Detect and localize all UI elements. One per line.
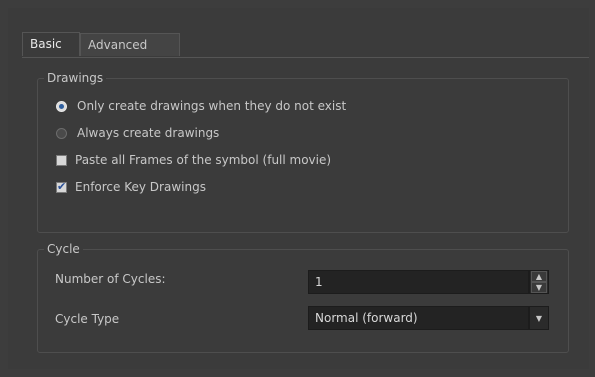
radio-only-create[interactable]: Only create drawings when they do not ex… xyxy=(56,97,346,115)
checkbox-paste-all-frames[interactable]: Paste all Frames of the symbol (full mov… xyxy=(56,151,331,169)
paste-options-dialog: Basic Advanced Drawings Only create draw… xyxy=(8,8,589,369)
checkbox-paste-all-frames-label: Paste all Frames of the symbol (full mov… xyxy=(75,153,332,167)
arrow-up-icon[interactable]: ▲ xyxy=(531,271,547,282)
checkbox-unchecked[interactable] xyxy=(56,154,67,166)
checkbox-enforce-key-drawings-label: Enforce Key Drawings xyxy=(75,180,206,194)
chevron-down-icon[interactable]: ▼ xyxy=(529,306,549,330)
radio-button-checked[interactable] xyxy=(56,100,67,112)
number-of-cycles-input[interactable]: 1 xyxy=(308,270,529,294)
cycle-type-label: Cycle Type xyxy=(55,312,120,326)
radio-button-unchecked[interactable] xyxy=(56,127,67,139)
cycle-group-title: Cycle xyxy=(44,242,83,256)
tab-basic[interactable]: Basic xyxy=(22,32,80,56)
drawings-group: Drawings Only create drawings when they … xyxy=(37,71,569,233)
number-of-cycles-spinner[interactable]: ▲ ▼ xyxy=(529,270,549,294)
number-of-cycles-label: Number of Cycles: xyxy=(55,272,166,286)
radio-only-create-label: Only create drawings when they do not ex… xyxy=(77,99,347,113)
cycle-group: Cycle Number of Cycles: 1 ▲ ▼ Cycle Type… xyxy=(37,242,569,353)
basic-tab-panel: Drawings Only create drawings when they … xyxy=(22,57,589,362)
radio-always-create[interactable]: Always create drawings xyxy=(56,124,219,142)
arrow-down-icon[interactable]: ▼ xyxy=(531,282,547,293)
radio-always-create-label: Always create drawings xyxy=(77,126,220,140)
drawings-group-title: Drawings xyxy=(44,71,107,85)
checkbox-checked[interactable] xyxy=(56,180,67,194)
cycle-type-select[interactable]: Normal (forward) xyxy=(308,306,529,330)
tab-advanced[interactable]: Advanced xyxy=(80,33,180,56)
checkbox-enforce-key-drawings[interactable]: Enforce Key Drawings xyxy=(56,178,206,196)
